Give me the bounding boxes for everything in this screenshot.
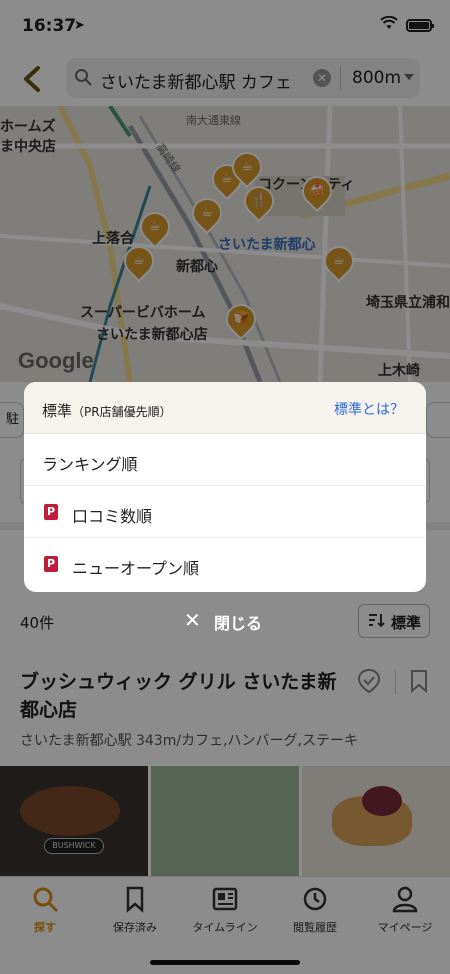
close-button[interactable]: ✕ 閉じる [184, 608, 274, 634]
standard-help-link[interactable]: 標準とは？ [334, 399, 404, 419]
sort-sheet-header[interactable]: 標準（PR店舗優先順） 標準とは？ [24, 382, 426, 434]
sort-option-standard[interactable]: 標準（PR店舗優先順） [42, 400, 172, 421]
sort-option-new-open[interactable]: P ニューオープン順 [24, 538, 426, 590]
close-button-label: 閉じる [214, 614, 263, 633]
sort-option-note: （PR店舗優先順） [72, 405, 172, 419]
premium-icon: P [44, 504, 58, 520]
sort-option-reviews[interactable]: P 口コミ数順 [24, 486, 426, 538]
premium-icon: P [44, 556, 58, 572]
close-icon: ✕ [184, 608, 201, 632]
sort-option-label: 口コミ数順 [72, 507, 153, 526]
sort-option-label: 標準 [42, 402, 73, 420]
sort-sheet: 標準（PR店舗優先順） 標準とは？ ランキング順 P 口コミ数順 P ニューオー… [24, 382, 426, 592]
sort-option-label: ランキング順 [42, 455, 138, 474]
sort-option-ranking[interactable]: ランキング順 [24, 434, 426, 486]
sort-option-label: ニューオープン順 [72, 559, 200, 578]
